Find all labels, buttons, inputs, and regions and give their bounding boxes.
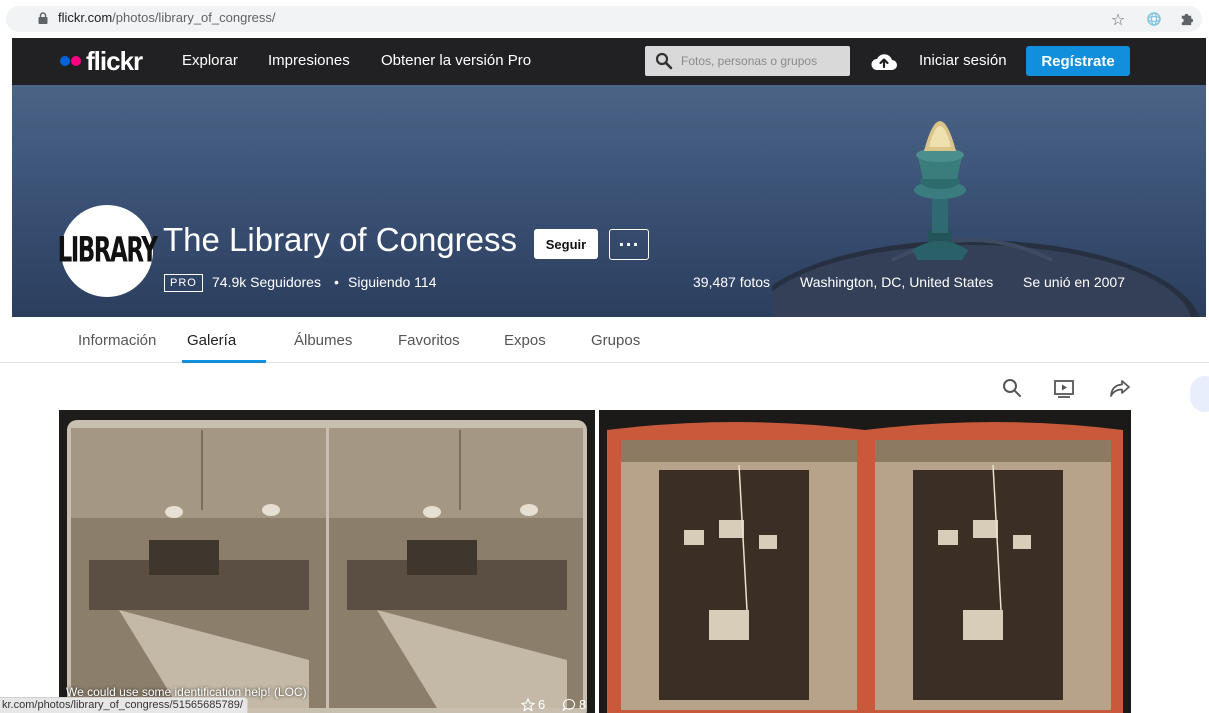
search-icon[interactable] xyxy=(1000,376,1024,400)
profile-tabs: Información Galería Álbumes Favoritos Ex… xyxy=(0,317,1209,363)
profile-cover: LIBRARY The Library of Congress Seguir ·… xyxy=(12,85,1206,317)
fave-count-value: 6 xyxy=(538,697,546,712)
tab-expos[interactable]: Expos xyxy=(504,332,546,349)
tab-gallery[interactable]: Galería xyxy=(187,332,236,349)
url-host: flickr.com xyxy=(58,10,113,25)
avatar-text: LIBRARY xyxy=(57,231,158,271)
profile-location: Washington, DC, United States xyxy=(800,274,994,290)
flickr-logo[interactable]: flickr xyxy=(86,46,143,77)
comment-icon xyxy=(562,698,576,711)
profile-avatar[interactable]: LIBRARY xyxy=(58,205,158,297)
gallery-photo[interactable] xyxy=(59,410,595,713)
search-icon xyxy=(655,52,673,70)
search-box[interactable] xyxy=(645,46,850,76)
joined-date: Se unió en 2007 xyxy=(1023,274,1125,290)
puzzle-extensions-icon[interactable] xyxy=(1176,9,1196,29)
lock-icon xyxy=(38,12,48,24)
gallery-photo[interactable] xyxy=(599,410,1131,713)
tab-albums[interactable]: Álbumes xyxy=(294,332,352,349)
signup-button[interactable]: Regístrate xyxy=(1026,46,1130,76)
url-text[interactable]: flickr.com/photos/library_of_congress/ xyxy=(58,10,275,25)
tab-groups[interactable]: Grupos xyxy=(591,332,640,349)
stereograph-store-interior-image xyxy=(67,420,587,713)
flickr-header: flickr Explorar Impresiones Obtener la v… xyxy=(12,38,1206,85)
stereograph-parlor-interior-image xyxy=(607,422,1123,713)
flickr-logo-dots-icon[interactable] xyxy=(60,56,82,66)
comment-count-value: 8 xyxy=(579,697,587,712)
photo-count: 39,487 fotos xyxy=(693,274,771,290)
fave-count[interactable]: 6 xyxy=(521,697,545,712)
side-widget[interactable] xyxy=(1190,376,1209,412)
login-link[interactable]: Iniciar sesión xyxy=(919,52,1007,69)
url-path: /photos/library_of_congress/ xyxy=(112,10,276,25)
nav-prints[interactable]: Impresiones xyxy=(268,52,350,69)
pro-badge: PRO xyxy=(164,274,203,292)
followers-count[interactable]: 74.9k Seguidores xyxy=(212,274,321,290)
follow-button[interactable]: Seguir xyxy=(534,229,598,259)
tab-favorites[interactable]: Favoritos xyxy=(398,332,460,349)
stat-separator: • xyxy=(334,274,339,290)
upload-cloud-icon[interactable] xyxy=(870,50,898,72)
active-tab-indicator xyxy=(182,360,266,363)
profile-name: The Library of Congress xyxy=(163,221,517,258)
status-bar-url: kr.com/photos/library_of_congress/515656… xyxy=(0,697,248,713)
more-options-button[interactable]: ··· xyxy=(609,229,649,260)
bookmark-star-icon[interactable]: ☆ xyxy=(1108,9,1128,29)
nav-get-pro[interactable]: Obtener la versión Pro xyxy=(381,52,531,69)
browser-address-bar: flickr.com/photos/library_of_congress/ ☆ xyxy=(0,0,1209,38)
nav-explore[interactable]: Explorar xyxy=(182,52,238,69)
slideshow-icon[interactable] xyxy=(1052,376,1076,400)
star-icon xyxy=(521,697,535,712)
search-input[interactable] xyxy=(681,46,846,76)
comment-count[interactable]: 8 xyxy=(562,697,586,712)
share-icon[interactable] xyxy=(1108,376,1132,400)
tab-information[interactable]: Información xyxy=(78,332,156,349)
following-count[interactable]: Siguiendo 114 xyxy=(348,274,436,290)
extension-icon[interactable] xyxy=(1144,9,1164,29)
